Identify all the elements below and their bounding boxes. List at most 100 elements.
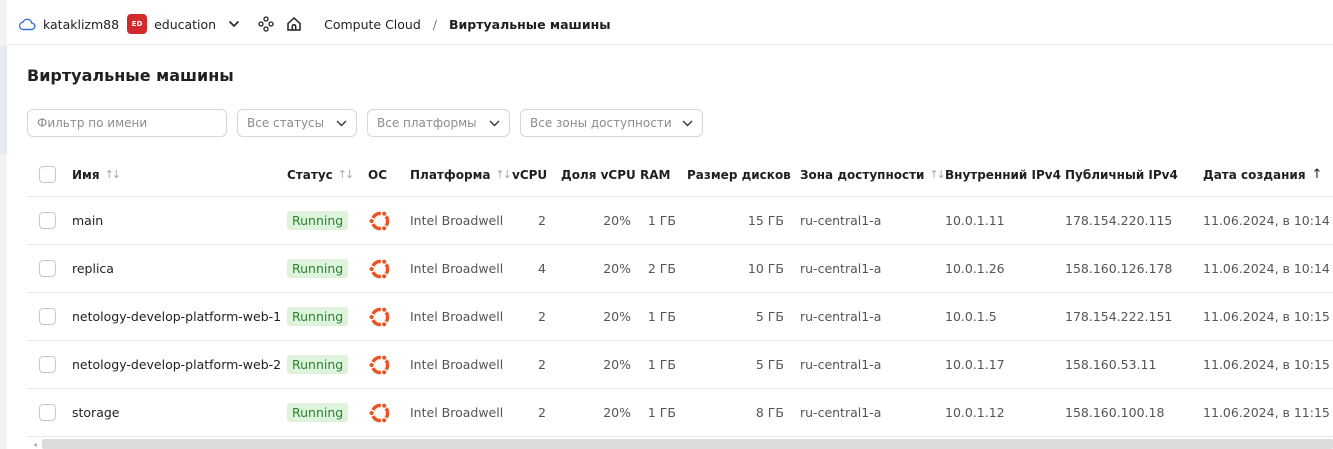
created-date-value: 11.06.2024, в 10:15 — [1203, 309, 1330, 324]
status-badge: Running — [287, 211, 349, 230]
disk-size-value: 5 ГБ — [755, 357, 784, 372]
vm-table: Имя ↑↓ Статус ↑↓ ОС Платформа ↑↓ vCPU Доля … — [27, 153, 1333, 437]
created-date-value: 11.06.2024, в 11:15 — [1203, 405, 1330, 420]
sort-icon: ↑↓ — [337, 168, 355, 181]
row-checkbox[interactable] — [39, 260, 56, 277]
ram-value: 1 ГБ — [647, 357, 676, 372]
platform-value: Intel Broadwell — [410, 261, 504, 276]
status-badge: Running — [287, 259, 349, 278]
breadcrumb-service[interactable]: Compute Cloud — [324, 17, 421, 32]
select-all-checkbox[interactable] — [39, 166, 56, 183]
ram-value: 1 ГБ — [647, 405, 676, 420]
public-ip-value: 178.154.222.151 — [1065, 309, 1173, 324]
sort-icon: ↑↓ — [104, 168, 122, 181]
public-ip-value: 158.160.100.18 — [1065, 405, 1165, 420]
column-zone-label: Зона доступности — [800, 167, 925, 182]
name-filter-placeholder: Фильтр по имени — [37, 116, 148, 130]
vcpu-value: 2 — [538, 357, 546, 372]
platform-value: Intel Broadwell — [410, 213, 504, 228]
zone-value: ru-central1-a — [800, 405, 882, 420]
column-created-label: Дата создания — [1203, 167, 1306, 182]
vm-name-link[interactable]: storage — [72, 405, 120, 420]
chevron-down-icon — [336, 120, 347, 126]
table-row[interactable]: main Running Intel Broadwell 2 20% 1 ГБ 15 ГБ r… — [27, 197, 1333, 245]
zone-filter-select[interactable]: Все зоны доступности — [520, 109, 703, 137]
internal-ip-value: 10.0.1.17 — [945, 357, 1005, 372]
column-header-platform[interactable]: Платформа ↑↓ — [410, 153, 512, 196]
status-filter-value: Все статусы — [247, 116, 325, 130]
column-share-label: Доля vCPU — [561, 167, 636, 182]
vcpu-value: 2 — [538, 405, 546, 420]
vm-name-link[interactable]: netology-develop-platform-web-2 — [72, 357, 281, 372]
status-filter-select[interactable]: Все статусы — [237, 109, 357, 137]
ubuntu-icon — [368, 305, 392, 329]
ubuntu-icon — [368, 353, 392, 377]
row-checkbox[interactable] — [39, 308, 56, 325]
column-public-ip-label: Публичный IPv4 — [1065, 167, 1178, 182]
column-header-zone[interactable]: Зона доступности ↑↓ — [800, 153, 946, 196]
column-disk-label: Размер дисков — [687, 167, 791, 182]
row-checkbox[interactable] — [39, 212, 56, 229]
public-ip-value: 158.160.126.178 — [1065, 261, 1173, 276]
vm-name-link[interactable]: main — [72, 213, 103, 228]
disk-size-value: 15 ГБ — [747, 213, 784, 228]
row-checkbox[interactable] — [39, 356, 56, 373]
vm-name-link[interactable]: replica — [72, 261, 114, 276]
column-header-vcpu: vCPU — [512, 153, 549, 196]
vcpu-share-value: 20% — [603, 309, 631, 324]
column-vcpu-label: vCPU — [512, 167, 548, 182]
column-os-label: ОС — [368, 167, 388, 182]
vcpu-value: 2 — [538, 213, 546, 228]
column-header-name[interactable]: Имя ↑↓ — [72, 153, 122, 196]
horizontal-scrollbar[interactable] — [42, 439, 1333, 449]
internal-ip-value: 10.0.1.5 — [945, 309, 997, 324]
ram-value: 1 ГБ — [647, 213, 676, 228]
column-header-created[interactable]: Дата создания ↑ — [1203, 153, 1322, 196]
table-row[interactable]: netology-develop-platform-web-2 Running In… — [27, 341, 1333, 389]
disk-size-value: 8 ГБ — [755, 405, 784, 420]
column-header-public-ip: Публичный IPv4 — [1065, 153, 1178, 196]
internal-ip-value: 10.0.1.11 — [945, 213, 1005, 228]
row-checkbox[interactable] — [39, 404, 56, 421]
home-icon[interactable] — [286, 16, 302, 32]
scroll-left-arrow[interactable]: ◂ — [33, 439, 41, 449]
column-header-status[interactable]: Статус ↑↓ — [287, 153, 355, 196]
zone-value: ru-central1-a — [800, 357, 882, 372]
chevron-down-icon[interactable] — [228, 20, 240, 28]
ubuntu-icon — [368, 257, 392, 281]
table-row[interactable]: storage Running Intel Broadwell 2 20% 1 ГБ 8 Г… — [27, 389, 1333, 437]
services-icon[interactable] — [258, 16, 274, 32]
ram-value: 2 ГБ — [647, 261, 676, 276]
sort-icon: ↑↓ — [929, 168, 946, 181]
column-ram-label: RAM — [640, 167, 671, 182]
column-header-os: ОС — [368, 153, 387, 196]
vcpu-share-value: 20% — [603, 357, 631, 372]
account-name[interactable]: kataklizm88 — [43, 17, 119, 32]
page-title: Виртуальные машины — [27, 66, 234, 85]
folder-badge: ED — [127, 14, 148, 34]
vm-name-link[interactable]: netology-develop-platform-web-1 — [72, 309, 281, 324]
table-row[interactable]: replica Running Intel Broadwell 4 20% 2 ГБ 10 … — [27, 245, 1333, 293]
table-row[interactable]: netology-develop-platform-web-1 Running In… — [27, 293, 1333, 341]
platform-filter-select[interactable]: Все платформы — [367, 109, 510, 137]
status-badge: Running — [287, 355, 349, 374]
column-status-label: Статус — [287, 167, 333, 182]
column-header-ram: RAM — [640, 153, 676, 196]
name-filter-input[interactable]: Фильтр по имени — [27, 109, 227, 137]
left-rail-highlight — [0, 46, 7, 154]
sort-ascending-icon: ↑ — [1311, 167, 1323, 182]
folder-name[interactable]: education — [154, 17, 216, 32]
platform-value: Intel Broadwell — [410, 309, 504, 324]
cloud-icon — [18, 17, 36, 31]
created-date-value: 11.06.2024, в 10:15 — [1203, 357, 1330, 372]
status-badge: Running — [287, 307, 349, 326]
public-ip-value: 178.154.220.115 — [1065, 213, 1173, 228]
ram-value: 1 ГБ — [647, 309, 676, 324]
filter-bar: Фильтр по имени Все статусы Все платформ… — [27, 109, 713, 137]
column-name-label: Имя — [72, 167, 100, 182]
platform-value: Intel Broadwell — [410, 357, 504, 372]
platform-value: Intel Broadwell — [410, 405, 504, 420]
table-header-row: Имя ↑↓ Статус ↑↓ ОС Платформа ↑↓ vCPU Доля … — [27, 153, 1333, 197]
column-header-share: Доля vCPU — [561, 153, 636, 196]
column-platform-label: Платформа — [410, 167, 491, 182]
